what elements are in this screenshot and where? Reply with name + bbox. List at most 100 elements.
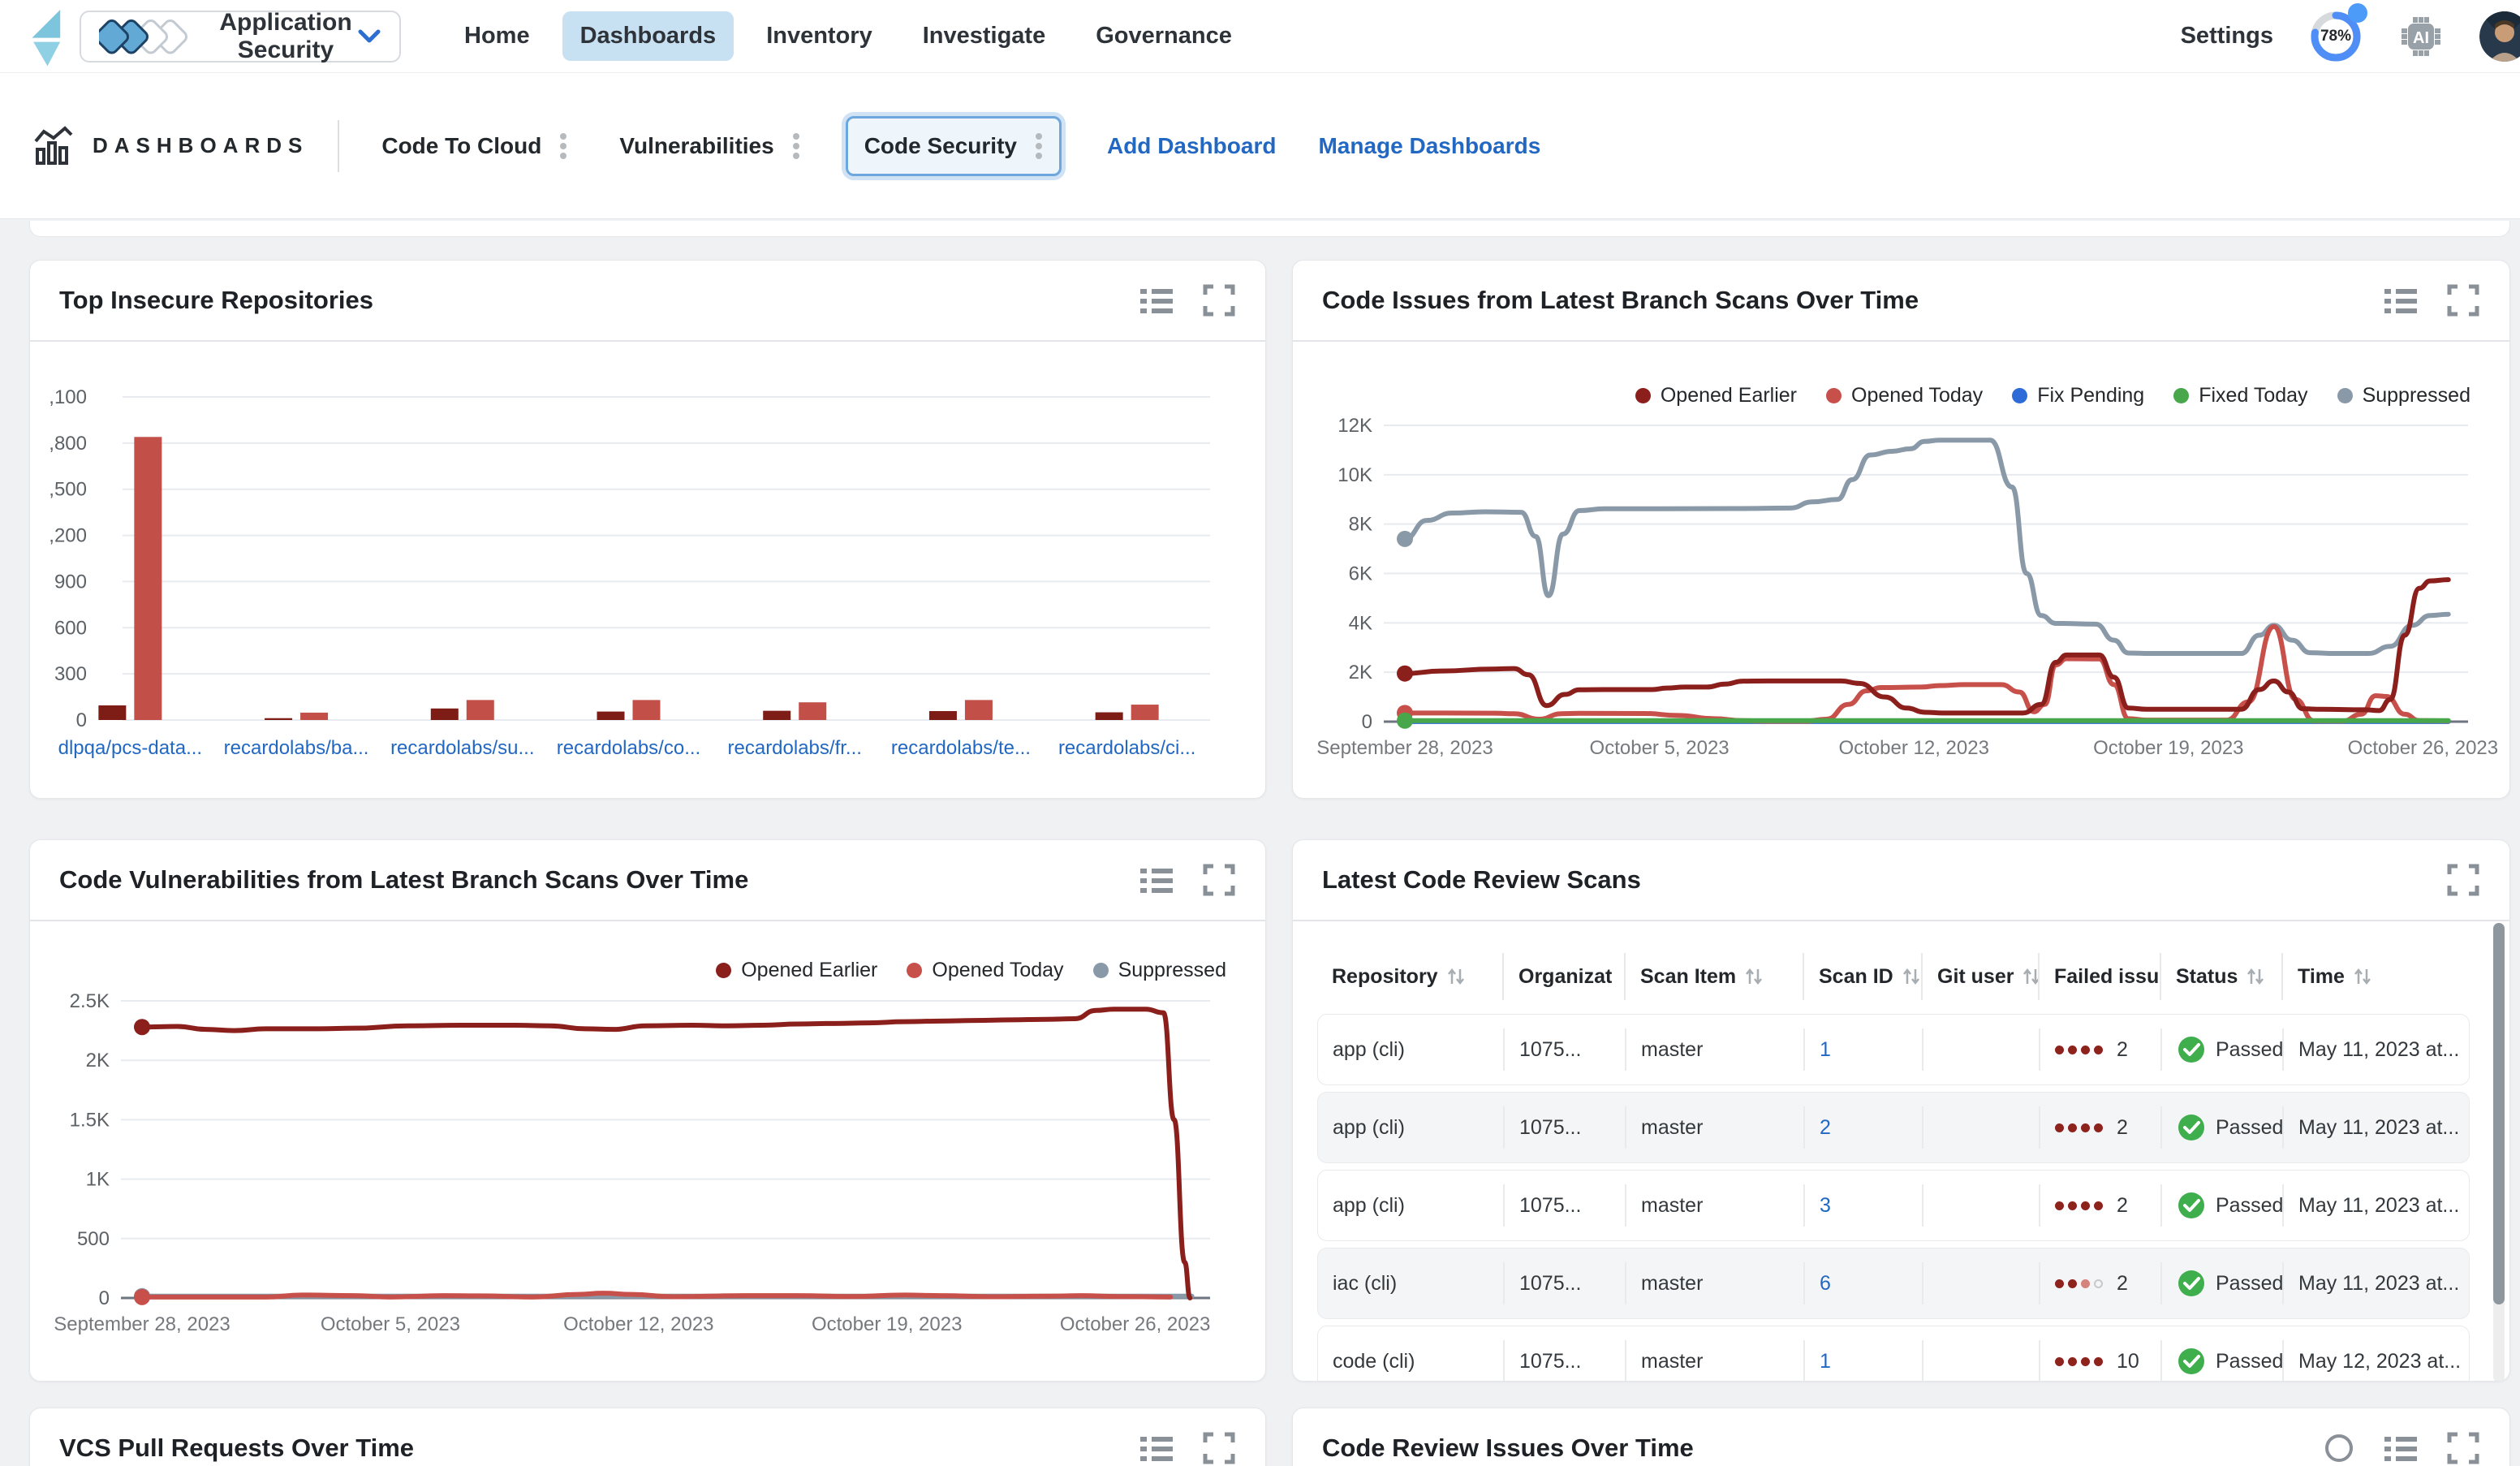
legend-item-opened-earlier[interactable]: Opened Earlier xyxy=(1635,384,1797,407)
category-label-link[interactable]: recardolabs/te... xyxy=(891,737,1031,759)
table-row[interactable]: app (cli)1075...master12PassedMay 11, 20… xyxy=(1317,1014,2470,1085)
category-label-link[interactable]: recardolabs/su... xyxy=(390,737,534,759)
legend-label: Fixed Today xyxy=(2199,384,2307,407)
category-label-link[interactable]: recardolabs/ba... xyxy=(224,737,369,759)
column-header-scan-item[interactable]: Scan Item xyxy=(1626,953,1804,1000)
bar[interactable] xyxy=(633,700,661,720)
category-label-link[interactable]: recardolabs/co... xyxy=(557,737,700,759)
add-dashboard-link[interactable]: Add Dashboard xyxy=(1107,133,1276,159)
expand-icon-button[interactable] xyxy=(2446,1431,2480,1465)
column-header-label: Scan Item xyxy=(1640,965,1736,989)
sort-icon[interactable] xyxy=(2246,966,2265,987)
nav-item-home[interactable]: Home xyxy=(446,11,548,61)
expand-icon-button[interactable] xyxy=(2446,283,2480,317)
legend-dot xyxy=(2012,388,2027,403)
bar[interactable] xyxy=(929,711,957,720)
list-icon-button[interactable] xyxy=(2383,284,2419,317)
list-icon-button[interactable] xyxy=(1139,1432,1174,1464)
ai-copilot-icon[interactable]: AI xyxy=(2398,14,2444,59)
table-row[interactable]: code (cli)1075...master110PassedMay 12, … xyxy=(1317,1326,2470,1382)
kebab-menu-icon[interactable] xyxy=(792,130,800,162)
product-selector[interactable]: Application Security xyxy=(80,11,401,63)
sort-icon[interactable] xyxy=(2353,966,2372,987)
bar[interactable] xyxy=(98,705,126,720)
category-label-link[interactable]: recardolabs/fr... xyxy=(728,737,862,759)
sort-icon[interactable] xyxy=(2022,966,2040,987)
bar[interactable] xyxy=(134,437,162,720)
cell-scan-id-link[interactable]: 3 xyxy=(1805,1184,1923,1227)
table-row[interactable]: iac (cli)1075...master62PassedMay 11, 20… xyxy=(1317,1248,2470,1319)
column-header-organizat[interactable]: Organizat xyxy=(1504,953,1626,1000)
cell-scan-id-link[interactable]: 2 xyxy=(1805,1106,1923,1149)
bar[interactable] xyxy=(799,702,826,720)
sort-icon[interactable] xyxy=(1902,966,1921,987)
top-navbar: Application Security Home Dashboards Inven… xyxy=(0,0,2520,73)
column-header-git-user[interactable]: Git user xyxy=(1923,953,2040,1000)
expand-icon-button[interactable] xyxy=(1202,863,1236,897)
column-header-time[interactable]: Time xyxy=(2283,953,2470,1000)
spinner-icon-button[interactable] xyxy=(2323,1432,2355,1464)
tab-code-to-cloud[interactable]: Code To Cloud xyxy=(375,117,574,175)
legend-item-fix-pending[interactable]: Fix Pending xyxy=(2012,384,2144,407)
table-row[interactable]: app (cli)1075...master32PassedMay 11, 20… xyxy=(1317,1170,2470,1241)
cell-scan-id-link[interactable]: 6 xyxy=(1805,1262,1923,1304)
category-label-link[interactable]: dlpqa/pcs-data... xyxy=(58,737,202,759)
cell-scan-id-link[interactable]: 1 xyxy=(1805,1340,1923,1382)
bar[interactable] xyxy=(965,700,993,720)
legend-item-suppressed[interactable]: Suppressed xyxy=(2337,384,2470,407)
legend-item-opened-earlier[interactable]: Opened Earlier xyxy=(716,959,877,982)
legend-item-opened-today[interactable]: Opened Today xyxy=(907,959,1063,982)
nav-item-inventory[interactable]: Inventory xyxy=(748,11,890,61)
legend-item-fixed-today[interactable]: Fixed Today xyxy=(2173,384,2307,407)
list-icon[interactable] xyxy=(1139,284,1174,317)
column-header-scan-id[interactable]: Scan ID xyxy=(1804,953,1923,1000)
nav-item-investigate[interactable]: Investigate xyxy=(905,11,1064,61)
sort-icon[interactable] xyxy=(1446,966,1466,987)
cell-time: May 12, 2023 at... xyxy=(2284,1340,2470,1382)
list-icon-button[interactable] xyxy=(1139,864,1174,896)
bar[interactable] xyxy=(1096,713,1123,720)
table-scrollbar-thumb[interactable] xyxy=(2493,923,2505,1304)
expand-icon[interactable] xyxy=(2446,1431,2480,1465)
column-header-failed-issu[interactable]: Failed issu xyxy=(2040,953,2161,1000)
legend-item-suppressed[interactable]: Suppressed xyxy=(1093,959,1226,982)
column-header-repository[interactable]: Repository xyxy=(1317,953,1504,1000)
kebab-menu-icon[interactable] xyxy=(559,130,567,162)
bar[interactable] xyxy=(763,711,790,720)
nav-item-governance[interactable]: Governance xyxy=(1078,11,1250,61)
category-label-link[interactable]: recardolabs/ci... xyxy=(1058,737,1195,759)
list-icon[interactable] xyxy=(2383,1432,2419,1464)
cell-scan-id-link[interactable]: 1 xyxy=(1805,1028,1923,1071)
expand-icon-button[interactable] xyxy=(1202,283,1236,317)
manage-dashboards-link[interactable]: Manage Dashboards xyxy=(1318,133,1540,159)
settings-button[interactable]: Settings xyxy=(2181,23,2273,50)
nav-item-dashboards[interactable]: Dashboards xyxy=(562,11,734,61)
list-icon[interactable] xyxy=(1139,1432,1174,1464)
expand-icon[interactable] xyxy=(2446,863,2480,897)
tab-code-security[interactable]: Code Security xyxy=(846,116,1062,176)
bar[interactable] xyxy=(597,712,625,720)
column-header-status[interactable]: Status xyxy=(2161,953,2283,1000)
tab-vulnerabilities[interactable]: Vulnerabilities xyxy=(613,117,806,175)
bar[interactable] xyxy=(431,709,459,720)
expand-icon[interactable] xyxy=(2446,283,2480,317)
table-row[interactable]: app (cli)1075...master22PassedMay 11, 20… xyxy=(1317,1092,2470,1163)
expand-icon-button[interactable] xyxy=(2446,863,2480,897)
expand-icon[interactable] xyxy=(1202,863,1236,897)
bar[interactable] xyxy=(467,700,494,720)
expand-icon[interactable] xyxy=(1202,1431,1236,1465)
kebab-menu-icon[interactable] xyxy=(1035,130,1043,162)
user-avatar[interactable] xyxy=(2479,11,2520,62)
bar[interactable] xyxy=(300,713,328,720)
sort-icon[interactable] xyxy=(1744,966,1764,987)
list-icon-button[interactable] xyxy=(1139,284,1174,317)
list-icon[interactable] xyxy=(1139,864,1174,896)
bar[interactable] xyxy=(265,718,292,720)
list-icon-button[interactable] xyxy=(2383,1432,2419,1464)
expand-icon-button[interactable] xyxy=(1202,1431,1236,1465)
expand-icon[interactable] xyxy=(1202,283,1236,317)
legend-item-opened-today[interactable]: Opened Today xyxy=(1826,384,1983,407)
usage-progress-ring[interactable]: 78% xyxy=(2309,10,2363,63)
list-icon[interactable] xyxy=(2383,284,2419,317)
bar[interactable] xyxy=(1131,705,1159,720)
